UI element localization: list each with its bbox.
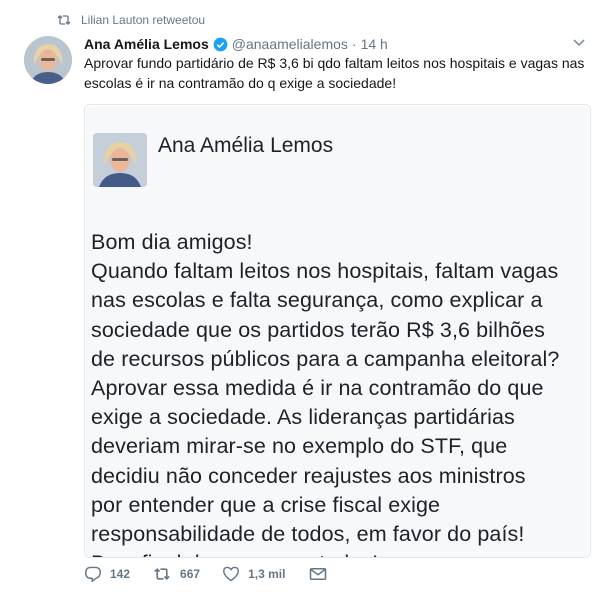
retweet-label[interactable]: Lilian Lauton retweetou xyxy=(81,13,205,27)
author-name[interactable]: Ana Amélia Lemos xyxy=(84,36,209,52)
direct-message-icon xyxy=(310,568,327,580)
retweet-icon xyxy=(57,15,71,25)
tweet-text-line: escolas é ir na contramão do q exige a s… xyxy=(84,74,397,91)
card-text-line: de recursos públicos para a campanha ele… xyxy=(91,346,560,371)
card-text-line: decidiu não conceder reajustes aos minis… xyxy=(91,463,526,488)
card-avatar xyxy=(93,133,147,187)
card-text-line: deveriam mirar-se no exemplo do STF, que xyxy=(91,434,508,459)
tweet-timestamp[interactable]: 14 h xyxy=(361,36,388,52)
card-text-line: Bom final de semana a todos! xyxy=(91,549,581,557)
reply-button[interactable]: 142 xyxy=(84,566,130,582)
reply-icon xyxy=(84,566,102,582)
author-handle[interactable]: @anaamelialemos xyxy=(232,36,348,52)
retweet-context[interactable]: Lilian Lauton retweetou xyxy=(56,11,205,29)
card-author-name: Ana Amélia Lemos xyxy=(158,134,334,157)
card-text-line: sociedade que os partidos terão R$ 3,6 b… xyxy=(91,317,546,342)
card-text-line: exige a sociedade. As lideranças partidá… xyxy=(91,405,515,430)
card-text-line: nas escolas e falta segurança, como expl… xyxy=(91,288,543,313)
card-text-line: responsabilidade de todos, em favor do p… xyxy=(91,522,525,547)
avatar[interactable] xyxy=(24,36,72,84)
heart-icon xyxy=(223,566,240,582)
retweet-button[interactable]: 667 xyxy=(152,566,200,582)
tweet-text: Aprovar fundo partidário de R$ 3,6 bi qd… xyxy=(84,54,594,93)
card-avatar-image xyxy=(93,133,147,187)
card-text-line: Bom dia amigos! xyxy=(91,230,253,254)
like-button[interactable]: 1,3 mil xyxy=(222,566,285,582)
separator-dot: · xyxy=(351,36,357,52)
caret-down-icon[interactable] xyxy=(572,38,586,48)
attached-image-card[interactable]: Ana Amélia Lemos Bom dia amigos! Quando … xyxy=(84,104,591,558)
direct-message-button[interactable] xyxy=(309,567,335,581)
tweet-header: Ana Amélia Lemos @anaamelialemos · 14 h xyxy=(84,34,593,54)
card-text-line: Aprovar essa medida é ir na contramão do… xyxy=(91,376,544,401)
verified-badge-icon xyxy=(213,37,228,51)
retweet-count: 667 xyxy=(180,567,201,581)
card-image-background: Ana Amélia Lemos Bom dia amigos! Quando … xyxy=(86,106,589,557)
reply-count: 142 xyxy=(110,567,131,581)
avatar-image xyxy=(24,36,72,84)
tweet-text-line: Aprovar fundo partidário de R$ 3,6 bi qd… xyxy=(84,55,585,71)
like-count: 1,3 mil xyxy=(248,567,286,581)
tweet-actions: 142 667 1,3 mil xyxy=(84,563,357,585)
card-text-line: por entender que a crise fiscal exige xyxy=(91,492,441,517)
card-text-line: Quando faltam leitos nos hospitais, falt… xyxy=(91,259,559,284)
retweet-icon xyxy=(154,568,170,580)
card-post-text: Bom dia amigos! Quando faltam leitos nos… xyxy=(91,228,581,557)
